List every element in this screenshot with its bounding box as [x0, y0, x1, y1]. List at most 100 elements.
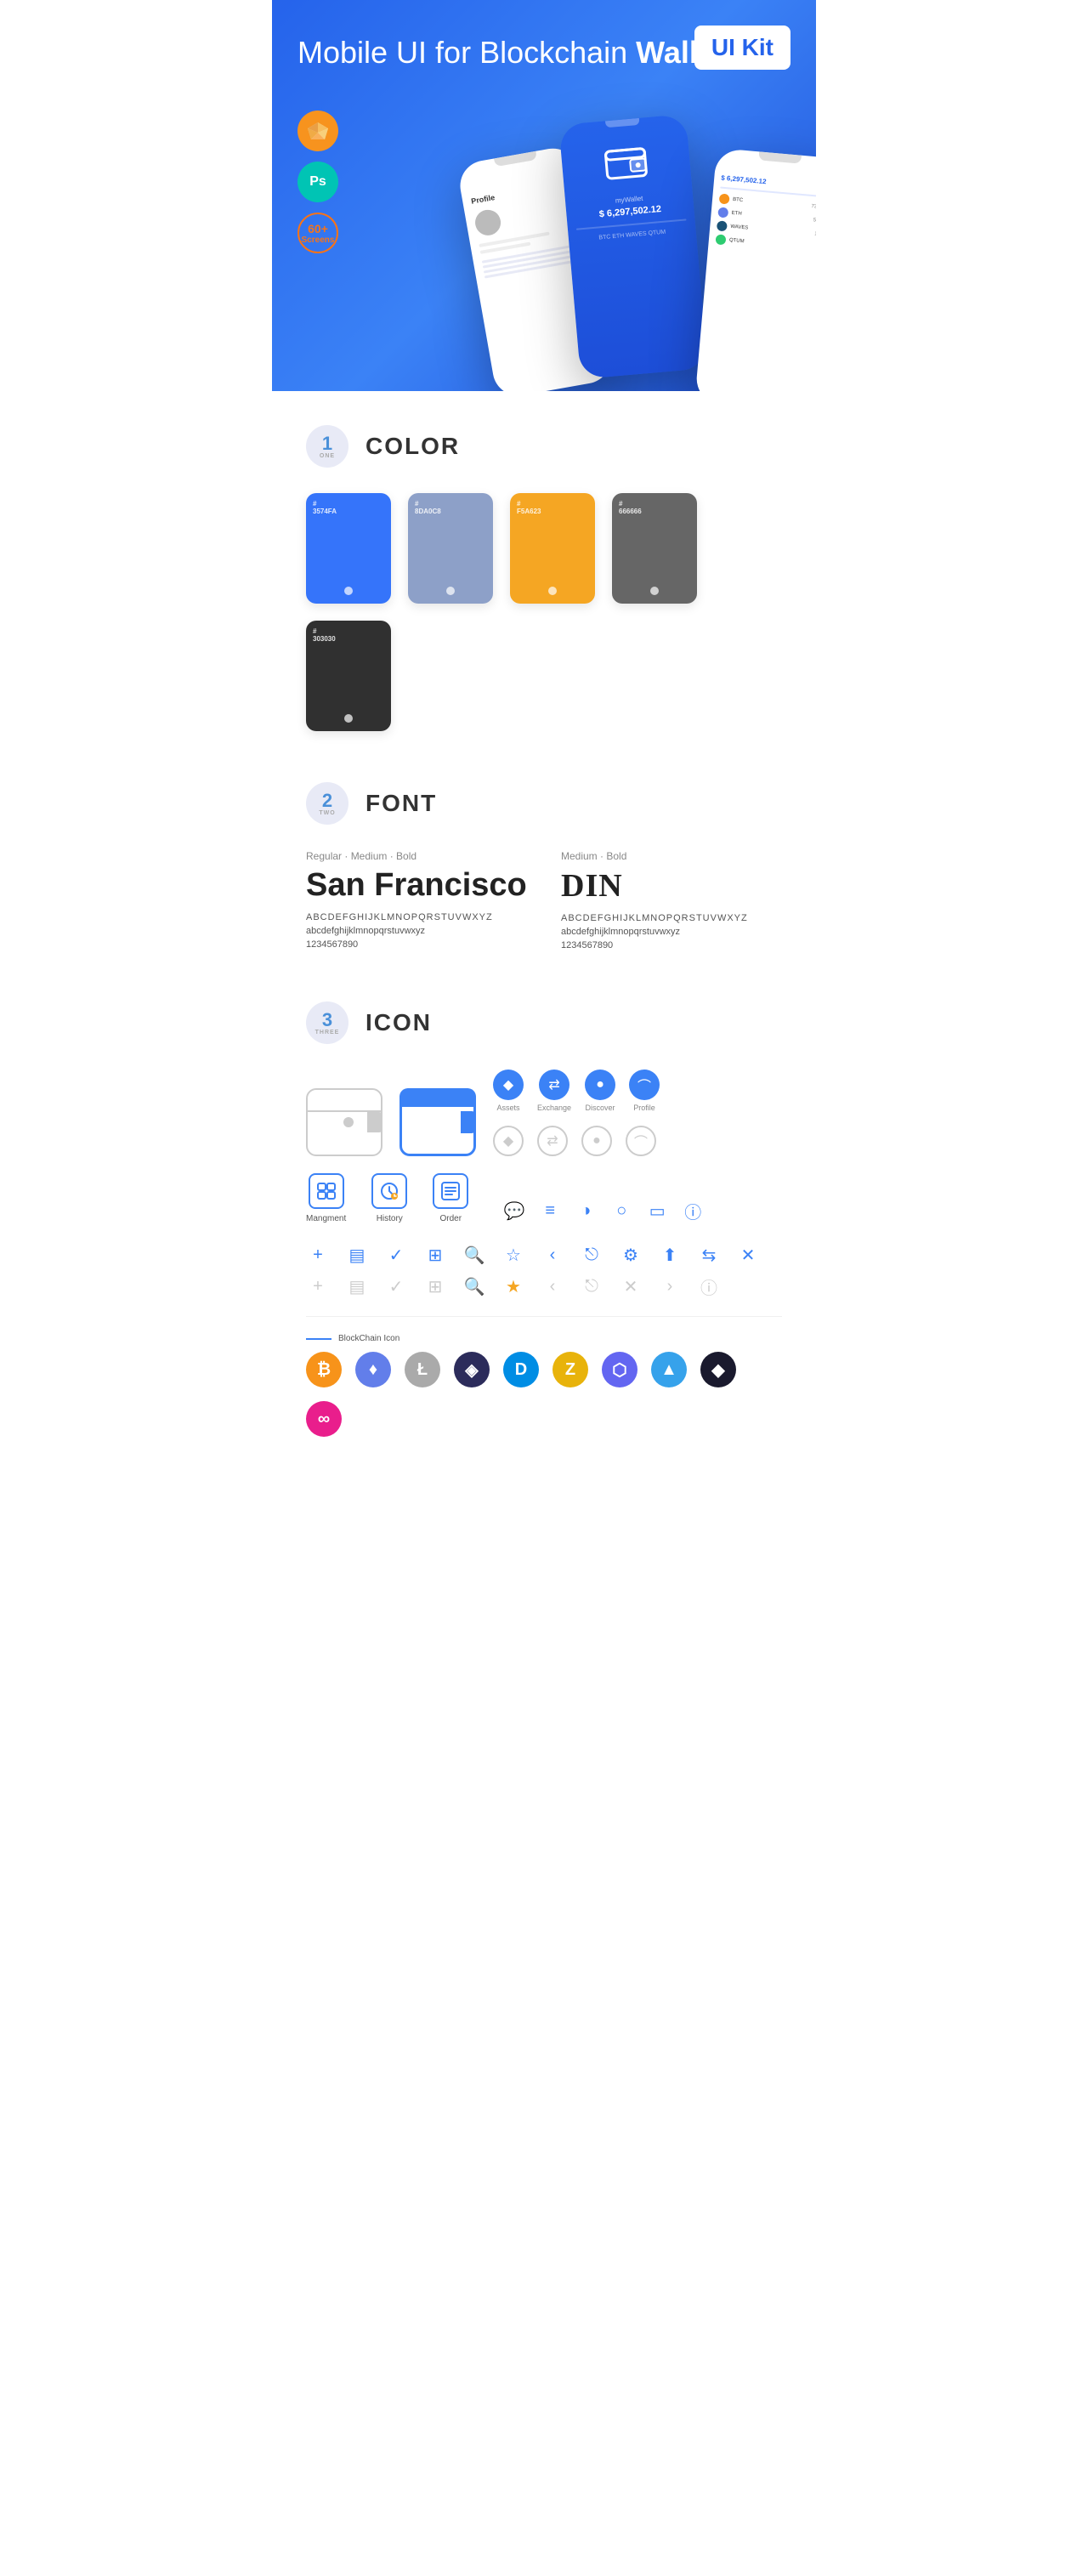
- close-gray-icon: ✕: [619, 1276, 643, 1297]
- icon-section: 3 THREE ICON ◆ Assets: [272, 984, 816, 1471]
- font-din-nums: 1234567890: [561, 940, 782, 950]
- color-swatches: #3574FA #8DA0C8 #F5A623 #666666 #303030: [306, 493, 782, 731]
- divider: [306, 1316, 782, 1317]
- crypto-icon-2: Ł: [405, 1352, 440, 1387]
- search-gray-icon: 🔍: [462, 1276, 486, 1297]
- color-section-header: 1 ONE COLOR: [306, 425, 782, 468]
- search-icon: 🔍: [462, 1245, 486, 1266]
- profile-icon: ⌒: [629, 1070, 660, 1100]
- font-sf-name: San Francisco: [306, 867, 527, 904]
- close-icon: ✕: [736, 1245, 760, 1266]
- assets-icon-box: ◆ Assets: [493, 1070, 524, 1112]
- crypto-icon-4: D: [503, 1352, 539, 1387]
- history-nav-box: History: [371, 1173, 407, 1223]
- discover-outline-icon-box: ●: [581, 1126, 612, 1156]
- message-icon: ▭: [645, 1200, 669, 1222]
- check-gray-icon: ✓: [384, 1276, 408, 1297]
- font-din: Medium · Bold DIN ABCDEFGHIJKLMNOPQRSTUV…: [561, 850, 782, 950]
- discover-icon: ●: [585, 1070, 615, 1100]
- font-din-upper: ABCDEFGHIJKLMNOPQRSTUVWXYZ: [561, 913, 782, 923]
- circle-icons-top: ◆ Assets ⇄ Exchange ● Discover ⌒ Profile: [493, 1070, 660, 1112]
- color-swatch-3: #666666: [612, 493, 697, 604]
- back-icon: ‹: [541, 1245, 564, 1265]
- swap-icon: ⇆: [697, 1245, 721, 1266]
- color-section: 1 ONE COLOR #3574FA #8DA0C8 #F5A623 #666…: [272, 391, 816, 765]
- crypto-icon-6: ⬡: [602, 1352, 638, 1387]
- discover-outline-icon: ●: [581, 1126, 612, 1156]
- blockchain-label: BlockChain Icon: [306, 1334, 782, 1343]
- font-grid: Regular · Medium · Bold San Francisco AB…: [306, 850, 782, 950]
- next-gray-icon: ›: [658, 1277, 682, 1297]
- upload-icon: ⬆: [658, 1245, 682, 1266]
- section-num-2: 2 TWO: [306, 782, 348, 825]
- font-din-lower: abcdefghijklmnopqrstuvwxyz: [561, 927, 782, 937]
- circle-icons-group: ◆ Assets ⇄ Exchange ● Discover ⌒ Profile: [493, 1070, 660, 1156]
- sketch-badge: [298, 111, 338, 151]
- history-nav-icon: [371, 1173, 407, 1209]
- assets-icon: ◆: [493, 1070, 524, 1100]
- font-section-header: 2 TWO FONT: [306, 782, 782, 825]
- crypto-icon-1: ♦: [355, 1352, 391, 1387]
- exchange-outline-icon-box: ⇄: [537, 1126, 568, 1156]
- edit-icon: ▤: [345, 1245, 369, 1266]
- check-icon: ✓: [384, 1245, 408, 1266]
- plus-icon: +: [306, 1245, 330, 1265]
- small-icons-row-2: + ▤ ✓ ⊞ 🔍 ★ ‹ ⎋ ✕ › ⓘ: [306, 1274, 782, 1299]
- moon-icon: ◑: [574, 1201, 598, 1221]
- icon-title: ICON: [366, 1009, 432, 1036]
- font-din-style: Medium · Bold: [561, 850, 782, 862]
- color-swatch-0: #3574FA: [306, 493, 391, 604]
- font-sf-style: Regular · Medium · Bold: [306, 850, 527, 862]
- crypto-icon-9: ∞: [306, 1401, 342, 1437]
- assets-outline-icon-box: ◆: [493, 1126, 524, 1156]
- chat-icon: 💬: [502, 1200, 526, 1222]
- qr-icon: ⊞: [423, 1245, 447, 1266]
- color-swatch-1: #8DA0C8: [408, 493, 493, 604]
- edit-gray-icon: ▤: [345, 1276, 369, 1297]
- settings-icon: ⚙: [619, 1245, 643, 1266]
- info-icon: ⓘ: [681, 1199, 705, 1223]
- wallet-outline-icon-box: [306, 1088, 382, 1156]
- blockchain-line: [306, 1338, 332, 1340]
- wallet-icons-row: ◆ Assets ⇄ Exchange ● Discover ⌒ Profile: [306, 1070, 782, 1156]
- wallet-outline-icon: [306, 1088, 382, 1156]
- crypto-icons-row: ₿♦Ł◈DZ⬡▲◆∞: [306, 1352, 782, 1437]
- font-din-name: DIN: [561, 867, 782, 905]
- share-icon: ⎋: [580, 1245, 604, 1265]
- screens-badge: 60+ Screens: [298, 213, 338, 253]
- circle-icons-bottom: ◆ ⇄ ● ⌒: [493, 1126, 660, 1156]
- wallet-solid-icon: [400, 1088, 476, 1156]
- profile-outline-icon-box: ⌒: [626, 1126, 656, 1156]
- small-icons-row-1: + ▤ ✓ ⊞ 🔍 ☆ ‹ ⎋ ⚙ ⬆ ⇆ ✕: [306, 1245, 782, 1266]
- exchange-outline-icon: ⇄: [537, 1126, 568, 1156]
- font-sf-nums: 1234567890: [306, 939, 527, 950]
- hero-section: Mobile UI for Blockchain Wallet UI Kit P…: [272, 0, 816, 391]
- font-title: FONT: [366, 790, 437, 817]
- star-filled-icon: ★: [502, 1276, 525, 1297]
- crypto-icon-0: ₿: [306, 1352, 342, 1387]
- font-section: 2 TWO FONT Regular · Medium · Bold San F…: [272, 765, 816, 984]
- crypto-icon-7: ▲: [651, 1352, 687, 1387]
- crypto-icon-3: ◈: [454, 1352, 490, 1387]
- star-icon: ☆: [502, 1245, 525, 1266]
- color-title: COLOR: [366, 433, 460, 460]
- misc-icons-row: 💬 ≡ ◑ ○ ▭ ⓘ: [502, 1199, 705, 1223]
- font-sf-lower: abcdefghijklmnopqrstuvwxyz: [306, 926, 527, 936]
- back-gray-icon: ‹: [541, 1277, 564, 1297]
- section-num-1: 1 ONE: [306, 425, 348, 468]
- phones-container: Profile: [476, 111, 816, 391]
- info-gray-icon: ⓘ: [697, 1274, 721, 1299]
- management-nav-icon: [309, 1173, 344, 1209]
- crypto-icon-8: ◆: [700, 1352, 736, 1387]
- section-num-3: 3 THREE: [306, 1001, 348, 1044]
- order-nav-icon: [433, 1173, 468, 1209]
- exchange-icon: ⇄: [539, 1070, 570, 1100]
- hero-badges: Ps 60+ Screens: [298, 111, 338, 253]
- font-sf: Regular · Medium · Bold San Francisco AB…: [306, 850, 527, 950]
- color-swatch-2: #F5A623: [510, 493, 595, 604]
- nav-icons-row: Mangment History Order: [306, 1173, 782, 1223]
- share-gray-icon: ⎋: [580, 1277, 604, 1297]
- phone-right: $ 6,297,502.12 BTC 738-2003 ETH 564,912 …: [694, 148, 816, 391]
- color-swatch-4: #303030: [306, 621, 391, 731]
- layers-icon: ≡: [538, 1201, 562, 1221]
